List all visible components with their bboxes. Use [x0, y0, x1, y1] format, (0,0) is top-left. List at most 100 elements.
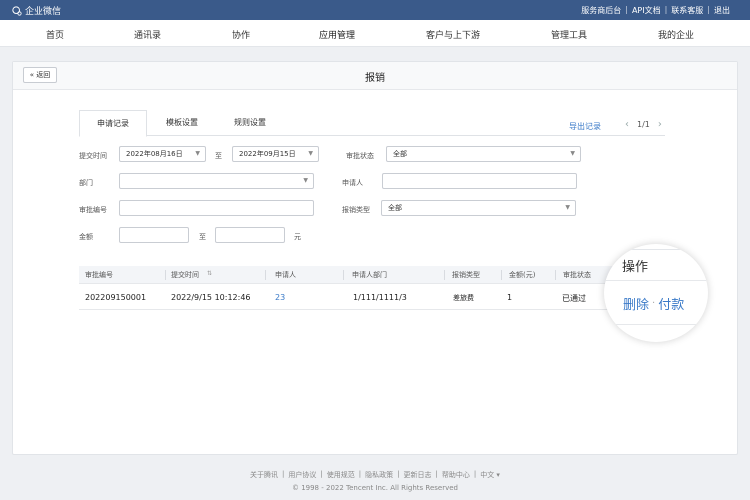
card-header: « 返回 报销 [13, 62, 737, 90]
footer-help-center-link[interactable]: 帮助中心 [442, 470, 470, 480]
approval-number-label: 审批编号 [79, 206, 107, 214]
nav-app-management[interactable]: 应用管理 [319, 28, 355, 41]
nav-collaboration[interactable]: 协作 [232, 28, 250, 41]
footer-privacy-link[interactable]: 隐私政策 [365, 470, 393, 480]
reimbursement-type-select[interactable]: 全部 ▼ [381, 200, 576, 216]
wecom-logo-icon [12, 5, 22, 16]
divider: | [707, 5, 710, 14]
date-to-picker[interactable]: 2022年09月15日 ▼ [232, 146, 319, 162]
divider [604, 280, 708, 281]
tab-template-settings[interactable]: 模板设置 [157, 110, 207, 136]
reimbursement-type-label: 报销类型 [342, 206, 370, 214]
row-approval-number: 202209150001 [85, 293, 147, 302]
footer-about-link[interactable]: 关于腾讯 [250, 470, 278, 480]
pay-button[interactable]: 付款 [658, 294, 684, 313]
date-from-picker[interactable]: 2022年08月16日 ▼ [119, 146, 206, 162]
nav-my-company[interactable]: 我的企业 [658, 28, 694, 41]
nav-home[interactable]: 首页 [46, 28, 64, 41]
approval-number-input[interactable] [119, 200, 314, 216]
department-label: 部门 [79, 179, 93, 187]
col-amount[interactable]: 金额(元) [509, 270, 535, 280]
tab-records[interactable]: 申请记录 [79, 110, 147, 137]
pager: ‹ 1/1 › [625, 119, 662, 130]
next-page-icon[interactable]: › [658, 119, 662, 130]
col-approval-status[interactable]: 审批状态 [563, 270, 591, 280]
actions-column-header: 操作 [622, 260, 649, 275]
separator-dot: · [652, 298, 656, 309]
row-reimbursement-type: 差旅费 [453, 294, 474, 302]
divider: | [397, 470, 400, 478]
chevron-down-icon: ▼ [565, 204, 570, 211]
row-submit-time: 2022/9/15 10:12:46 [171, 293, 251, 302]
row-approval-status: 已通过 [562, 294, 586, 303]
sort-icon[interactable]: ⇅ [207, 270, 212, 277]
column-divider [265, 270, 266, 280]
col-approval-number[interactable]: 审批编号 [85, 270, 113, 280]
logout-link[interactable]: 退出 [714, 5, 730, 16]
footer-user-agreement-link[interactable]: 用户协议 [288, 470, 316, 480]
approval-status-label: 审批状态 [346, 152, 374, 160]
amount-to-input[interactable] [215, 227, 285, 243]
brand[interactable]: 企业微信 [12, 4, 61, 17]
chevron-down-icon: ▼ [570, 150, 575, 157]
copyright: © 1998 - 2022 Tencent Inc. All Rights Re… [291, 484, 459, 492]
divider: | [358, 470, 362, 478]
chevron-down-icon: ▼ [195, 150, 200, 157]
column-divider [165, 270, 166, 280]
table-header: 审批编号 提交时间 ⇅ 申请人 申请人部门 报销类型 金额(元) 审批状态 [79, 266, 665, 284]
applicant-input[interactable] [382, 173, 577, 189]
top-links: 服务商后台 | API文档 | 联系客服 | 退出 [581, 5, 730, 16]
column-divider [501, 270, 502, 280]
divider: | [625, 5, 628, 14]
chevron-down-icon: ▼ [308, 150, 313, 157]
chevron-down-icon: ▼ [303, 177, 308, 184]
nav-management-tools[interactable]: 管理工具 [551, 28, 587, 41]
divider: | [664, 5, 668, 14]
approval-status-select[interactable]: 全部 ▼ [386, 146, 581, 162]
row-amount: 1 [507, 293, 513, 302]
column-divider [444, 270, 445, 280]
prev-page-icon[interactable]: ‹ [625, 119, 629, 130]
footer-language-select[interactable]: 中文 ▾ [480, 470, 500, 480]
amount-from-input[interactable] [119, 227, 189, 243]
date-from-value: 2022年08月16日 [126, 150, 183, 158]
scroll-left-icon[interactable]: ‹ [610, 322, 613, 331]
service-provider-link[interactable]: 服务商后台 [581, 5, 621, 16]
table-row[interactable]: 202209150001 2022/9/15 10:12:46 23 1/111… [79, 284, 665, 310]
footer-usage-rules-link[interactable]: 使用规范 [327, 470, 355, 480]
divider: | [473, 470, 477, 478]
divider [614, 249, 704, 250]
footer-changelog-link[interactable]: 更新日志 [403, 470, 431, 480]
column-divider [555, 270, 556, 280]
delete-button[interactable]: 删除 [623, 294, 649, 313]
col-applicant[interactable]: 申请人 [275, 270, 296, 280]
col-applicant-department[interactable]: 申请人部门 [352, 270, 387, 280]
submit-time-label: 提交时间 [79, 152, 107, 160]
reimbursement-type-value: 全部 [388, 204, 402, 212]
date-to-value: 2022年09月15日 [239, 150, 296, 158]
divider: | [320, 470, 323, 478]
row-applicant-link[interactable]: 23 [275, 293, 285, 302]
api-docs-link[interactable]: API文档 [632, 5, 661, 16]
divider [604, 324, 708, 325]
nav-customers-partners[interactable]: 客户与上下游 [426, 28, 480, 41]
col-submit-time[interactable]: 提交时间 [171, 270, 199, 280]
row-actions: 删除 · 付款 [623, 294, 684, 313]
page-title: 报销 [365, 73, 385, 84]
footer: 关于腾讯 | 用户协议 | 使用规范 | 隐私政策 | 更新日志 | 帮助中心 | 中文 ▾… [0, 470, 750, 492]
tab-rule-settings[interactable]: 规则设置 [225, 110, 275, 136]
contact-support-link[interactable]: 联系客服 [671, 5, 703, 16]
amount-label: 金额 [79, 233, 93, 241]
export-records-link[interactable]: 导出记录 [569, 121, 601, 132]
top-bar: 企业微信 服务商后台 | API文档 | 联系客服 | 退出 [0, 0, 750, 20]
column-divider [343, 270, 344, 280]
nav-contacts[interactable]: 通讯录 [134, 28, 161, 41]
main-nav: 首页 通讯录 协作 应用管理 客户与上下游 管理工具 我的企业 [0, 20, 750, 65]
divider: | [282, 470, 285, 478]
department-select[interactable]: ▼ [119, 173, 314, 189]
row-department: 1/111/1111/3 [353, 293, 407, 302]
col-reimbursement-type[interactable]: 报销类型 [452, 270, 480, 280]
brand-name: 企业微信 [25, 7, 62, 17]
actions-magnifier: 操作 删除 · 付款 ‹ [604, 244, 708, 342]
applicant-label: 申请人 [342, 179, 363, 187]
